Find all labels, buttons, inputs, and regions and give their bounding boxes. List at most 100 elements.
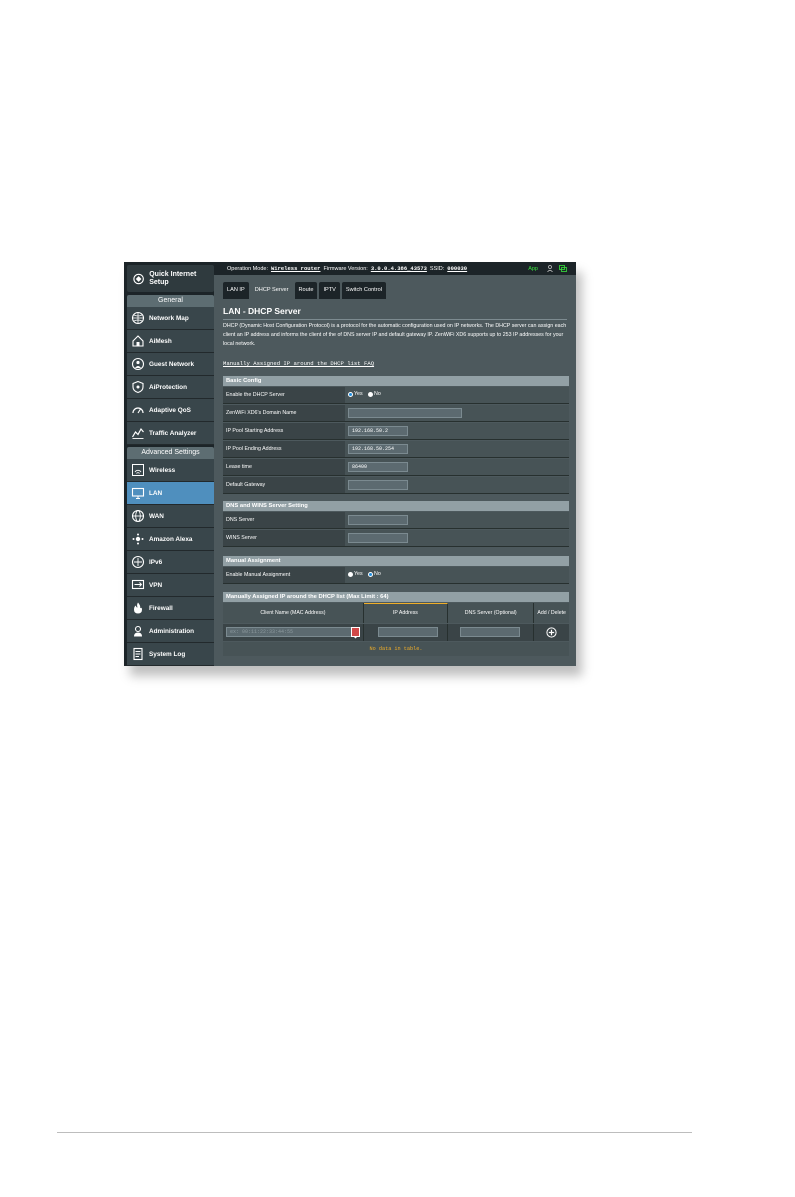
manual-list-table-header: Client Name (MAC Address) IP Address DNS… — [223, 603, 569, 623]
dns-wins-header: DNS and WINS Server Setting — [223, 501, 569, 511]
dns-server-input[interactable] — [348, 515, 408, 525]
enable-dhcp-label: Enable the DHCP Server — [223, 387, 345, 403]
manual-no-radio[interactable]: No — [368, 571, 381, 577]
domain-name-label: ZenWiFi XD6's Domain Name — [223, 405, 345, 421]
operation-mode-link[interactable]: Wireless router — [271, 265, 321, 272]
app-link[interactable]: App — [528, 266, 538, 272]
col-add-delete: Add / Delete — [534, 603, 569, 623]
tab-lan-ip[interactable]: LAN IP — [223, 282, 249, 299]
sidebar-item-ipv6[interactable]: IPv6 — [127, 551, 214, 574]
alexa-icon — [132, 533, 144, 545]
domain-name-row: ZenWiFi XD6's Domain Name — [223, 405, 569, 422]
pool-start-row: IP Pool Starting Address 192.168.50.2 — [223, 423, 569, 440]
status-bar: Operation Mode: Wireless router Firmware… — [214, 262, 576, 275]
sidebar-item-label: WAN — [149, 512, 164, 520]
sidebar-item-label: Network Map — [149, 314, 189, 322]
sidebar-item-lan[interactable]: LAN — [127, 482, 214, 505]
lease-time-row: Lease time 86400 — [223, 459, 569, 476]
sidebar-item-network-map[interactable]: Network Map — [127, 307, 214, 330]
enable-dhcp-row: Enable the DHCP Server Yes No — [223, 387, 569, 404]
col-client-name: Client Name (MAC Address) — [223, 603, 364, 623]
manual-list-header: Manually Assigned IP around the DHCP lis… — [223, 592, 569, 602]
lease-time-label: Lease time — [223, 459, 345, 475]
sidebar-item-administration[interactable]: Administration — [127, 620, 214, 643]
sidebar-item-aiprotection[interactable]: AiProtection — [127, 376, 214, 399]
sidebar-item-label: Wireless — [149, 466, 176, 474]
sidebar-item-vpn[interactable]: VPN — [127, 574, 214, 597]
page-title: LAN - DHCP Server — [223, 306, 301, 316]
sidebar-item-label: Amazon Alexa — [149, 535, 193, 543]
manual-assignment-label: Enable Manual Assignment — [223, 567, 345, 583]
faq-link[interactable]: Manually Assigned IP around the DHCP lis… — [223, 360, 374, 367]
pool-start-input[interactable]: 192.168.50.2 — [348, 426, 408, 436]
pool-start-label: IP Pool Starting Address — [223, 423, 345, 439]
firewall-icon — [134, 602, 142, 614]
sidebar-item-label: Administration — [149, 627, 195, 635]
sidebar-item-label: VPN — [149, 581, 163, 589]
sidebar-item-label: System Log — [149, 650, 186, 658]
globe-icon — [131, 311, 145, 325]
tab-iptv[interactable]: IPTV — [319, 282, 340, 299]
sidebar-item-wan[interactable]: WAN — [127, 505, 214, 528]
tab-bar: LAN IP DHCP Server Route IPTV Switch Con… — [223, 282, 388, 299]
copy-icon[interactable] — [559, 265, 567, 272]
sidebar-item-wireless[interactable]: Wireless — [127, 459, 214, 482]
sidebar-item-system-log[interactable]: System Log — [127, 643, 214, 666]
tab-route[interactable]: Route — [294, 282, 318, 299]
traffic-chart-icon — [131, 427, 144, 439]
ip-address-input[interactable] — [377, 627, 438, 637]
user-icon[interactable] — [547, 265, 555, 272]
page-description: DHCP (Dynamic Host Configuration Protoco… — [223, 323, 567, 348]
dns-server-label: DNS Server — [223, 512, 345, 528]
page-footer-rule — [57, 1132, 692, 1133]
monitor-icon — [131, 487, 145, 499]
ssid-label: SSID: — [429, 265, 445, 272]
operation-mode-label: Operation Mode: — [227, 265, 268, 272]
title-divider — [223, 319, 567, 320]
dns-optional-input[interactable] — [460, 627, 521, 637]
manual-yes-radio[interactable]: Yes — [348, 571, 363, 577]
dns-server-row: DNS Server — [223, 512, 569, 529]
world-icon — [131, 509, 145, 523]
shield-icon — [132, 380, 144, 394]
wins-server-input[interactable] — [348, 533, 408, 543]
advanced-nav: Wireless LAN WAN Amazon Alexa IPv6 VPN F… — [127, 459, 214, 666]
sidebar-item-amazon-alexa[interactable]: Amazon Alexa — [127, 528, 214, 551]
quick-setup-label: Quick Internet Setup — [149, 270, 197, 286]
general-header: General — [127, 295, 214, 307]
default-gateway-label: Default Gateway — [223, 477, 345, 493]
col-ip-address: IP Address — [363, 603, 449, 623]
dhcp-no-radio[interactable]: No — [368, 391, 381, 397]
wins-server-label: WINS Server — [223, 530, 345, 546]
sidebar-item-guest-network[interactable]: Guest Network — [127, 353, 214, 376]
lease-time-input[interactable]: 86400 — [348, 462, 408, 472]
sidebar-item-adaptive-qos[interactable]: Adaptive QoS — [127, 399, 214, 422]
basic-config-header: Basic Config — [223, 376, 569, 386]
add-icon[interactable] — [546, 627, 557, 638]
col-dns-server: DNS Server (Optional) — [448, 603, 535, 623]
sidebar-item-traffic-analyzer[interactable]: Traffic Analyzer — [127, 422, 214, 445]
guest-network-icon — [131, 357, 145, 371]
tab-dhcp-server[interactable]: DHCP Server — [250, 282, 293, 299]
manual-assignment-header: Manual Assignment — [223, 556, 569, 566]
firmware-link[interactable]: 3.0.0.4.386_43573 — [371, 265, 427, 272]
client-dropdown-button[interactable] — [351, 627, 360, 639]
pool-end-label: IP Pool Ending Address — [223, 441, 345, 457]
chevron-down-icon — [353, 636, 358, 639]
router-admin-screenshot: Quick Internet Setup General Network Map… — [124, 262, 576, 666]
sidebar-item-firewall[interactable]: Firewall — [127, 597, 214, 620]
advanced-settings-header: Advanced Settings — [127, 447, 214, 459]
default-gateway-row: Default Gateway — [223, 477, 569, 494]
default-gateway-input[interactable] — [348, 480, 408, 490]
domain-name-input[interactable] — [348, 408, 462, 418]
admin-gear-icon — [134, 625, 142, 637]
dhcp-yes-radio[interactable]: Yes — [348, 391, 363, 397]
pool-end-input[interactable]: 192.168.50.254 — [348, 444, 408, 454]
empty-table-message: No data in table. — [223, 642, 569, 656]
ssid-link[interactable]: 000030 — [447, 265, 467, 272]
quick-internet-setup-button[interactable]: Quick Internet Setup — [127, 265, 214, 292]
sidebar-item-aimesh[interactable]: AiMesh — [127, 330, 214, 353]
tab-switch-control[interactable]: Switch Control — [341, 282, 386, 299]
client-mac-input[interactable]: ex: 00:11:22:33:44:55 — [226, 627, 354, 637]
house-mesh-icon — [132, 335, 144, 347]
